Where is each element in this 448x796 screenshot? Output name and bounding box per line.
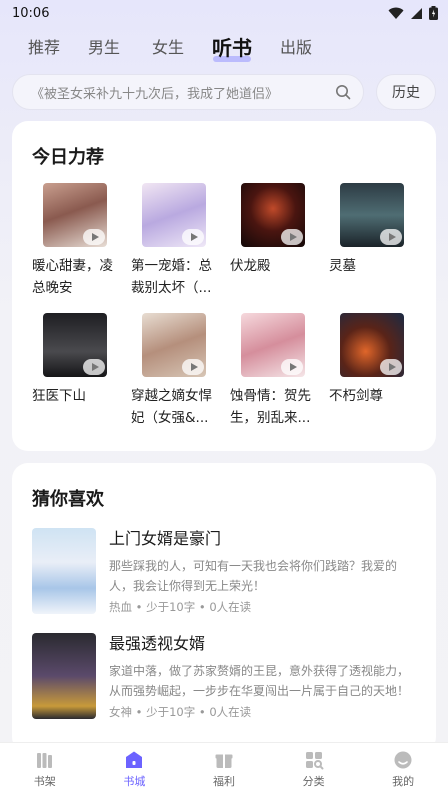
book-cover [241,183,305,247]
profile-icon [394,751,412,769]
book-cover [32,633,96,719]
nav-bookshelf[interactable]: 书架 [0,750,89,789]
tab-publish[interactable]: 出版 [264,32,328,64]
battery-icon [429,6,438,20]
book-item[interactable]: 不朽剑尊 [329,313,421,429]
signal-icon [411,7,422,19]
section-title: 猜你喜欢 [32,489,104,510]
book-cover [32,528,96,614]
wifi-icon [388,7,404,19]
bookstore-icon [126,751,143,768]
book-title: 蚀骨情：贺先生，别乱来... [230,388,311,426]
category-icon [305,752,324,770]
search-input[interactable]: 《被圣女采补九十九次后，我成了她道侣》 [12,74,364,110]
play-icon[interactable] [83,229,105,245]
nav-label: 我的 [392,775,415,788]
book-cover [43,313,107,377]
book-title: 最强透视女婿 [109,634,206,653]
book-title: 上门女婿是豪门 [109,529,222,548]
tab-audiobook[interactable]: 听书 [200,32,264,64]
bookshelf-icon [36,753,52,768]
book-item[interactable]: 灵墓 [329,183,421,299]
tab-male[interactable]: 男生 [72,32,136,64]
play-icon[interactable] [281,359,303,375]
book-cover [142,183,206,247]
book-cover [43,183,107,247]
nav-category[interactable]: 分类 [269,750,358,789]
search-placeholder: 《被圣女采补九十九次后，我成了她道侣》 [31,86,279,102]
tab-recommend[interactable]: 推荐 [16,32,72,64]
book-title: 第一宠婚：总裁别太坏（... [131,258,212,296]
book-description: 那些踩我的人，可知有一天我也会将你们践踏？我爱的人，我会让你得到无上荣光！ [109,559,398,593]
book-meta: 女神 • 少于10字 • 0人在读 [109,705,252,719]
nav-profile[interactable]: 我的 [359,750,448,789]
nav-label: 书架 [33,775,56,788]
play-icon[interactable] [182,229,204,245]
nav-label: 书城 [123,775,146,788]
book-item[interactable]: 第一宠婚：总裁别太坏（... [131,183,223,299]
book-cover [340,183,404,247]
book-title: 暖心甜妻，凌总晚安 [32,258,113,296]
book-cover [142,313,206,377]
play-icon[interactable] [182,359,204,375]
book-cover [340,313,404,377]
book-item[interactable]: 暖心甜妻，凌总晚安 [32,183,124,299]
play-icon[interactable] [380,229,402,245]
play-icon[interactable] [281,229,303,245]
book-meta: 热血 • 少于10字 • 0人在读 [109,600,252,614]
book-item[interactable]: 伏龙殿 [230,183,322,299]
nav-label: 福利 [212,775,235,788]
list-item[interactable]: 最强透视女婿 家道中落，做了苏家赘婿的王昆，意外获得了透视能力，从而强势崛起，一… [32,633,422,725]
book-item[interactable]: 蚀骨情：贺先生，别乱来... [230,313,322,429]
list-item[interactable]: 上门女婿是豪门 那些踩我的人，可知有一天我也会将你们践踏？我爱的人，我会让你得到… [32,528,422,620]
nav-label: 分类 [302,775,325,788]
tab-female[interactable]: 女生 [136,32,200,64]
bottom-nav: 书架 书城 福利 分类 我的 [0,742,448,796]
section-title: 今日力荐 [32,147,104,168]
nav-welfare[interactable]: 福利 [179,750,268,789]
book-title: 狂医下山 [32,388,86,404]
search-icon [336,85,351,100]
category-tabs: 推荐 男生 女生 听书 出版 [16,30,328,64]
book-title: 不朽剑尊 [329,388,383,404]
book-item[interactable]: 穿越之嫡女悍妃（女强&... [131,313,223,429]
book-cover [241,313,305,377]
play-icon[interactable] [83,359,105,375]
today-recommend-section: 今日力荐 暖心甜妻，凌总晚安 第一宠婚：总裁别太坏（... 伏龙殿 灵墓 狂医下… [12,121,436,451]
gift-icon [215,754,233,768]
book-title: 灵墓 [329,258,356,274]
book-title: 伏龙殿 [230,258,271,274]
search-row: 《被圣女采补九十九次后，我成了她道侣》 历史 [12,74,436,110]
book-title: 穿越之嫡女悍妃（女强&... [131,388,212,426]
play-icon[interactable] [380,359,402,375]
book-description: 家道中落，做了苏家赘婿的王昆，意外获得了透视能力，从而强势崛起，一步步在华夏闯出… [109,664,409,698]
status-time: 10:06 [12,5,50,21]
book-item[interactable]: 狂医下山 [32,313,124,429]
nav-bookstore[interactable]: 书城 [90,750,179,789]
status-bar: 10:06 [0,0,448,26]
history-button[interactable]: 历史 [376,74,436,110]
guess-you-like-section: 猜你喜欢 上门女婿是豪门 那些踩我的人，可知有一天我也会将你们践踏？我爱的人，我… [12,463,436,753]
today-book-grid: 暖心甜妻，凌总晚安 第一宠婚：总裁别太坏（... 伏龙殿 灵墓 狂医下山 穿越之… [32,183,428,429]
